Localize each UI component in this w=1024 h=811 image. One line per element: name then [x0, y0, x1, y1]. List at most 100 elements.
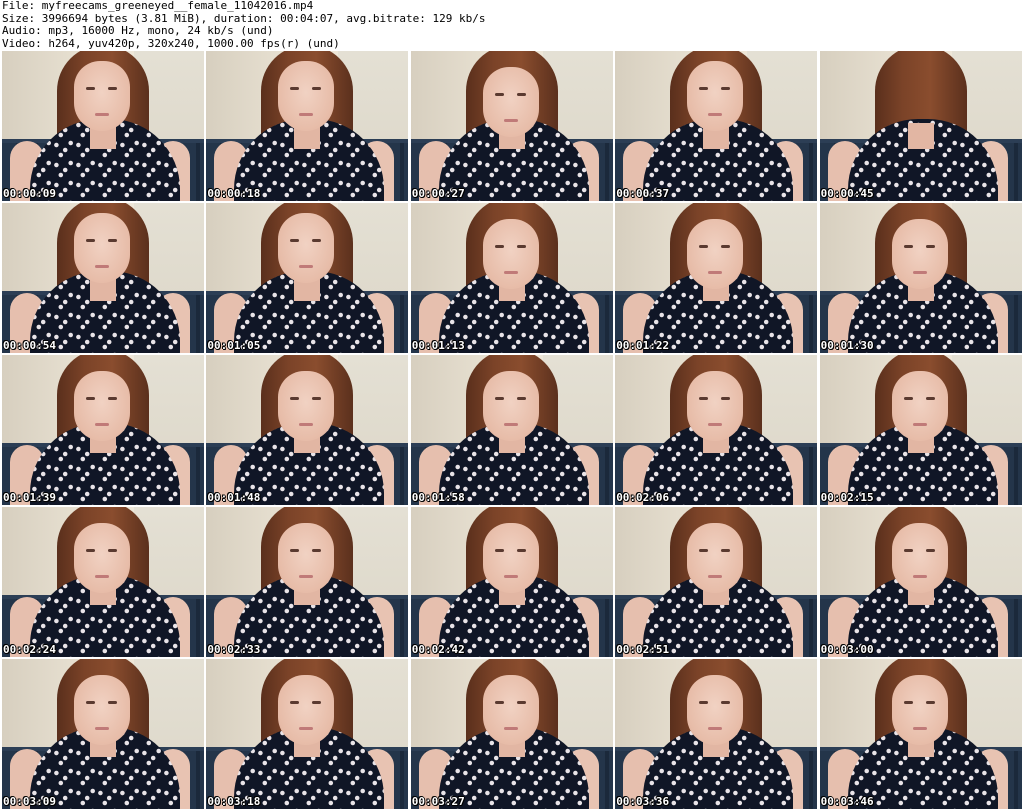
file-info-header: File: myfreecams_greeneyed__female_11042… — [2, 0, 1020, 50]
person-mouth — [708, 575, 723, 578]
person-mouth — [708, 113, 723, 116]
person-face — [687, 523, 744, 593]
person-left-eye — [86, 549, 95, 552]
video-frame-thumbnail: 00:02:24 — [2, 507, 204, 657]
person-face — [482, 67, 539, 137]
person-right-eye — [516, 245, 526, 248]
person-face — [278, 61, 335, 131]
person-face — [278, 371, 335, 441]
frame-timestamp: 00:00:45 — [820, 187, 874, 200]
person-right-eye — [312, 239, 322, 242]
frame-timestamp: 00:00:54 — [3, 339, 56, 352]
video-frame-thumbnail: 00:00:09 — [2, 51, 204, 201]
person-mouth — [95, 423, 109, 426]
person-left-eye — [494, 701, 504, 704]
person-left-eye — [290, 87, 300, 90]
frame-timestamp: 00:01:58 — [411, 491, 465, 504]
person-mouth — [95, 265, 109, 268]
video-frame-thumbnail: 00:01:58 — [410, 355, 613, 505]
person-face — [687, 61, 744, 131]
person-mouth — [95, 575, 109, 578]
person-face — [74, 61, 130, 131]
person-left-eye — [699, 397, 709, 400]
person-mouth — [299, 113, 314, 116]
person-face — [278, 213, 335, 283]
person-mouth — [708, 271, 723, 274]
video-frame-thumbnail: 00:00:54 — [2, 203, 204, 353]
person-face — [74, 213, 130, 283]
video-frame-thumbnail: 00:03:46 — [819, 659, 1022, 809]
person-mouth — [503, 271, 518, 274]
person-left-eye — [86, 87, 95, 90]
frame-timestamp: 00:01:30 — [820, 339, 874, 352]
person-face — [74, 371, 130, 441]
person-face — [74, 675, 130, 745]
person-mouth — [912, 271, 927, 274]
frame-timestamp: 00:02:51 — [616, 643, 670, 656]
person-right-eye — [108, 549, 117, 552]
person-face — [482, 371, 539, 441]
frame-timestamp: 00:02:15 — [820, 491, 874, 504]
video-frame-thumbnail: 00:02:33 — [206, 507, 409, 657]
person-right-eye — [312, 549, 322, 552]
person-right-eye — [516, 549, 526, 552]
audio-info-line: Audio: mp3, 16000 Hz, mono, 24 kb/s (und… — [2, 24, 274, 37]
person-right-eye — [312, 397, 322, 400]
person-neck — [907, 123, 934, 149]
person-right-eye — [721, 245, 731, 248]
person-mouth — [299, 265, 314, 268]
video-frame-thumbnail: 00:01:30 — [819, 203, 1022, 353]
person-mouth — [912, 727, 927, 730]
person-face — [891, 675, 948, 745]
video-frame-thumbnail: 00:02:06 — [615, 355, 818, 505]
person-left-eye — [699, 87, 709, 90]
person-face — [891, 371, 948, 441]
person-left-eye — [290, 239, 300, 242]
video-frame-thumbnail: 00:02:15 — [819, 355, 1022, 505]
person-left-eye — [494, 397, 504, 400]
person-mouth — [912, 423, 927, 426]
person-right-eye — [312, 87, 322, 90]
frame-timestamp: 00:02:06 — [616, 491, 670, 504]
person-right-eye — [925, 549, 935, 552]
frame-timestamp: 00:00:37 — [616, 187, 670, 200]
person-face — [74, 523, 130, 593]
frame-timestamp: 00:01:05 — [207, 339, 261, 352]
person-left-eye — [699, 245, 709, 248]
video-info-line: Video: h264, yuv420p, 320x240, 1000.00 f… — [2, 36, 340, 50]
person-left-eye — [494, 245, 504, 248]
person-mouth — [299, 423, 314, 426]
person-left-eye — [494, 93, 504, 96]
person-face — [278, 675, 335, 745]
person-left-eye — [494, 549, 504, 552]
video-frame-thumbnail: 00:02:51 — [615, 507, 818, 657]
frame-timestamp: 00:00:09 — [3, 187, 56, 200]
person-left-eye — [290, 701, 300, 704]
person-mouth — [299, 727, 314, 730]
video-frame-thumbnail: 00:01:48 — [206, 355, 409, 505]
contact-sheet: File: myfreecams_greeneyed__female_11042… — [0, 0, 1024, 811]
frame-timestamp: 00:01:48 — [207, 491, 261, 504]
thumbnail-grid: 00:00:09 00:00:18 00:00:27 00:00:37 00:00:45… — [2, 51, 1022, 811]
person-right-eye — [108, 87, 117, 90]
person-mouth — [708, 423, 723, 426]
frame-timestamp: 00:02:33 — [207, 643, 261, 656]
frame-timestamp: 00:02:42 — [411, 643, 465, 656]
person-left-eye — [290, 397, 300, 400]
video-frame-thumbnail: 00:03:36 — [615, 659, 818, 809]
person-face — [687, 675, 744, 745]
person-right-eye — [516, 397, 526, 400]
person-right-eye — [108, 239, 117, 242]
person-mouth — [503, 119, 518, 122]
person-face — [891, 219, 948, 289]
video-frame-thumbnail: 00:01:22 — [615, 203, 818, 353]
person-left-eye — [903, 245, 913, 248]
person-right-eye — [108, 701, 117, 704]
person-left-eye — [699, 549, 709, 552]
video-frame-thumbnail: 00:00:37 — [615, 51, 818, 201]
person-left-eye — [86, 239, 95, 242]
person-left-eye — [903, 549, 913, 552]
person-right-eye — [721, 87, 731, 90]
frame-timestamp: 00:03:18 — [207, 795, 261, 808]
video-frame-thumbnail: 00:03:18 — [206, 659, 409, 809]
